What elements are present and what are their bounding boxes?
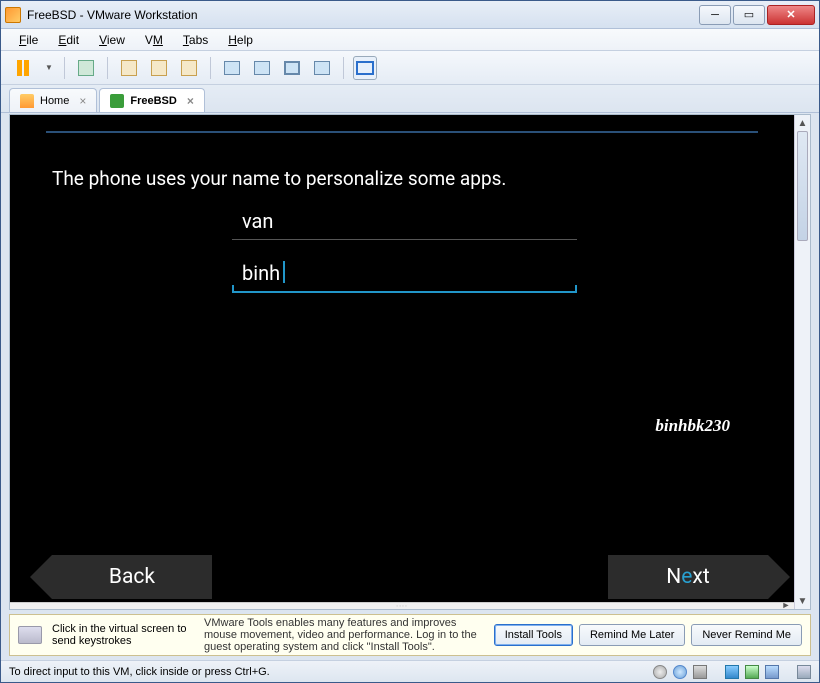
remind-later-button[interactable]: Remind Me Later: [579, 624, 685, 646]
home-icon: [20, 94, 34, 108]
window-controls: ─ ▭ ✕: [699, 5, 815, 25]
menubar: File Edit View VM Tabs Help: [1, 29, 819, 51]
app-icon: [5, 7, 21, 23]
pause-button[interactable]: [11, 56, 35, 80]
snapshot-icon: [78, 60, 94, 76]
unity-button[interactable]: [310, 56, 334, 80]
unity-icon: [314, 61, 330, 75]
toolbar-separator: [64, 57, 65, 79]
vm-icon: [110, 94, 124, 108]
snapshot-take-button[interactable]: [117, 56, 141, 80]
snapshot-manage-icon: [181, 60, 197, 76]
header-divider: [46, 131, 758, 133]
hint-bar: Click in the virtual screen to send keys…: [9, 614, 811, 656]
floppy-icon[interactable]: [653, 665, 667, 679]
snapshot-button[interactable]: [74, 56, 98, 80]
statusbar: To direct input to this VM, click inside…: [1, 660, 819, 682]
toolbar-separator: [107, 57, 108, 79]
window-title: FreeBSD - VMware Workstation: [27, 8, 699, 22]
app-window: FreeBSD - VMware Workstation ─ ▭ ✕ File …: [0, 0, 820, 683]
tab-home[interactable]: Home ×: [9, 88, 97, 112]
cd-icon[interactable]: [673, 665, 687, 679]
thumbnail-icon: [356, 61, 374, 75]
guest-wrapper: The phone uses your name to personalize …: [9, 114, 811, 610]
setup-description: The phone uses your name to personalize …: [52, 167, 506, 190]
appearance-icon: [254, 61, 270, 75]
text-cursor: [283, 261, 285, 283]
printer-icon[interactable]: [765, 665, 779, 679]
back-button[interactable]: Back: [52, 555, 212, 599]
titlebar: FreeBSD - VMware Workstation ─ ▭ ✕: [1, 1, 819, 29]
menu-vm[interactable]: VM: [137, 31, 171, 49]
toolbar-separator: [343, 57, 344, 79]
scroll-up-button[interactable]: ▲: [795, 115, 810, 131]
tab-label: FreeBSD: [130, 95, 176, 107]
view-console-button[interactable]: [220, 56, 244, 80]
hint-left-group: Click in the virtual screen to send keys…: [18, 623, 192, 647]
menu-file[interactable]: File: [11, 31, 46, 49]
never-remind-button[interactable]: Never Remind Me: [691, 624, 802, 646]
menu-help[interactable]: Help: [220, 31, 261, 49]
tab-close-button[interactable]: ×: [187, 94, 194, 108]
view-appearance-button[interactable]: [250, 56, 274, 80]
tab-freebsd[interactable]: FreeBSD ×: [99, 88, 204, 112]
status-text: To direct input to this VM, click inside…: [9, 666, 270, 678]
scroll-thumb[interactable]: [797, 131, 808, 241]
first-name-input[interactable]: [232, 205, 577, 240]
network-icon[interactable]: [725, 665, 739, 679]
menu-edit[interactable]: Edit: [50, 31, 87, 49]
hint-click-text: Click in the virtual screen to send keys…: [52, 623, 192, 647]
snapshot-take-icon: [121, 60, 137, 76]
snapshot-revert-icon: [151, 60, 167, 76]
power-menu-button[interactable]: ▼: [41, 56, 55, 80]
guest-screen[interactable]: The phone uses your name to personalize …: [10, 115, 794, 609]
close-button[interactable]: ✕: [767, 5, 815, 25]
snapshot-manage-button[interactable]: [177, 56, 201, 80]
hint-buttons: Install Tools Remind Me Later Never Remi…: [494, 624, 802, 646]
console-icon: [224, 61, 240, 75]
fullscreen-button[interactable]: [280, 56, 304, 80]
maximize-button[interactable]: ▭: [733, 5, 765, 25]
toolbar-separator: [210, 57, 211, 79]
next-label-pre: N: [666, 565, 681, 589]
devices-icon[interactable]: [797, 665, 811, 679]
menu-tabs[interactable]: Tabs: [175, 31, 216, 49]
next-label-post: xt: [692, 565, 709, 589]
cursor-icon: e: [681, 565, 692, 589]
hint-tools-text: VMware Tools enables many features and i…: [204, 617, 482, 653]
tabbar: Home × FreeBSD ×: [1, 85, 819, 113]
fullscreen-icon: [284, 61, 300, 75]
back-label: Back: [109, 565, 155, 589]
tab-close-button[interactable]: ×: [79, 94, 86, 108]
watermark-text: binhbk230: [655, 416, 730, 436]
hscroll-right[interactable]: ►: [778, 601, 794, 609]
scroll-down-button[interactable]: ▼: [795, 593, 810, 609]
harddisk-icon[interactable]: [693, 665, 707, 679]
keyboard-icon: [18, 626, 42, 644]
tab-label: Home: [40, 95, 69, 107]
next-button[interactable]: Next: [608, 555, 768, 599]
thumbnail-button[interactable]: [353, 56, 377, 80]
vertical-scrollbar[interactable]: ▲ ▼: [794, 115, 810, 609]
menu-view[interactable]: View: [91, 31, 133, 49]
snapshot-revert-button[interactable]: [147, 56, 171, 80]
status-icons: [653, 665, 811, 679]
sound-icon[interactable]: [745, 665, 759, 679]
toolbar: ▼: [1, 51, 819, 85]
install-tools-button[interactable]: Install Tools: [494, 624, 573, 646]
resize-gripper[interactable]: ::::: [10, 602, 794, 609]
minimize-button[interactable]: ─: [699, 5, 731, 25]
